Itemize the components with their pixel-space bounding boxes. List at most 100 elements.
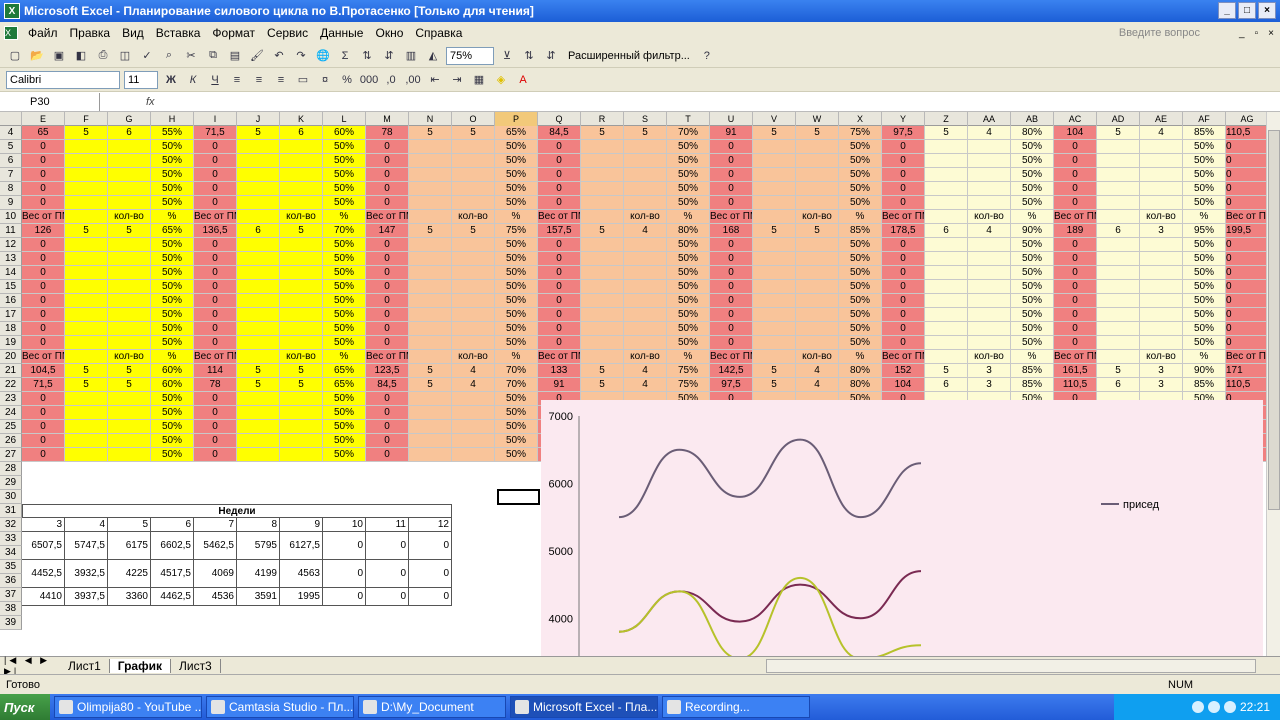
cell-t4[interactable]: 70% — [667, 126, 710, 140]
cell-r20[interactable] — [581, 350, 624, 364]
hyperlink-icon[interactable]: 🌐 — [314, 47, 332, 65]
cell-l14[interactable]: 50% — [323, 266, 366, 280]
cell-m5[interactable]: 0 — [366, 140, 409, 154]
cell-ab18[interactable]: 50% — [1011, 322, 1054, 336]
cell-h11[interactable]: 65% — [151, 224, 194, 238]
cell-v4[interactable]: 5 — [753, 126, 796, 140]
row-header[interactable]: 30 — [0, 490, 22, 504]
row-header[interactable]: 20 — [0, 350, 22, 364]
cell-p12[interactable]: 50% — [495, 238, 538, 252]
row-header[interactable]: 34 — [0, 546, 22, 560]
cell-ae22[interactable]: 3 — [1140, 378, 1183, 392]
cell-l13[interactable]: 50% — [323, 252, 366, 266]
cell-ae4[interactable]: 4 — [1140, 126, 1183, 140]
cell-o9[interactable] — [452, 196, 495, 210]
cell-ac10[interactable]: Вес от ПМ — [1054, 210, 1097, 224]
cell-y10[interactable]: Вес от ПМ — [882, 210, 925, 224]
cell-k24[interactable] — [280, 406, 323, 420]
column-header-k[interactable]: K — [280, 112, 323, 126]
cell-u14[interactable]: 0 — [710, 266, 753, 280]
menu-tools[interactable]: Сервис — [261, 26, 314, 40]
cell-k9[interactable] — [280, 196, 323, 210]
align-right-icon[interactable]: ≡ — [272, 71, 290, 89]
start-button[interactable]: Пуск — [0, 694, 50, 720]
task-folder[interactable]: D:\My_Document — [358, 696, 506, 718]
column-header-ag[interactable]: AG — [1226, 112, 1266, 126]
cell-i13[interactable]: 0 — [194, 252, 237, 266]
cell-o13[interactable] — [452, 252, 495, 266]
cell-p7[interactable]: 50% — [495, 168, 538, 182]
cell-o25[interactable] — [452, 420, 495, 434]
cell-p16[interactable]: 50% — [495, 294, 538, 308]
cell-q7[interactable]: 0 — [538, 168, 581, 182]
cell-e26[interactable]: 0 — [22, 434, 65, 448]
cell-o20[interactable]: кол-во — [452, 350, 495, 364]
cell-r4[interactable]: 5 — [581, 126, 624, 140]
borders-icon[interactable]: ▦ — [470, 71, 488, 89]
cell-z20[interactable] — [925, 350, 968, 364]
cell-i24[interactable]: 0 — [194, 406, 237, 420]
tab-sheet1[interactable]: Лист1 — [60, 658, 110, 673]
cell-x10[interactable]: % — [839, 210, 882, 224]
cell-h4[interactable]: 55% — [151, 126, 194, 140]
cell-af13[interactable]: 50% — [1183, 252, 1226, 266]
cell-y18[interactable]: 0 — [882, 322, 925, 336]
weeks-table-cell[interactable]: 0 — [323, 588, 366, 606]
cell-h9[interactable]: 50% — [151, 196, 194, 210]
cell-t14[interactable]: 50% — [667, 266, 710, 280]
cell-p13[interactable]: 50% — [495, 252, 538, 266]
cell-r18[interactable] — [581, 322, 624, 336]
cell-s14[interactable] — [624, 266, 667, 280]
cell-ab7[interactable]: 50% — [1011, 168, 1054, 182]
outdent-icon[interactable]: ⇤ — [426, 71, 444, 89]
cell-e8[interactable]: 0 — [22, 182, 65, 196]
cell-ae6[interactable] — [1140, 154, 1183, 168]
cell-z16[interactable] — [925, 294, 968, 308]
cell-k11[interactable]: 5 — [280, 224, 323, 238]
cell-s11[interactable]: 4 — [624, 224, 667, 238]
cell-k21[interactable]: 5 — [280, 364, 323, 378]
menu-window[interactable]: Окно — [369, 26, 409, 40]
font-select[interactable]: Calibri — [6, 70, 120, 89]
cell-r9[interactable] — [581, 196, 624, 210]
cell-i27[interactable]: 0 — [194, 448, 237, 462]
cell-n14[interactable] — [409, 266, 452, 280]
weeks-table-cell[interactable]: 4517,5 — [151, 560, 194, 588]
cell-k16[interactable] — [280, 294, 323, 308]
cell-ag6[interactable]: 0 — [1226, 154, 1266, 168]
cell-x16[interactable]: 50% — [839, 294, 882, 308]
column-header-t[interactable]: T — [667, 112, 710, 126]
sort-icon[interactable]: ⇅ — [520, 47, 538, 65]
cell-s9[interactable] — [624, 196, 667, 210]
cell-ac7[interactable]: 0 — [1054, 168, 1097, 182]
cell-z4[interactable]: 5 — [925, 126, 968, 140]
cell-t17[interactable]: 50% — [667, 308, 710, 322]
cell-r13[interactable] — [581, 252, 624, 266]
cell-x14[interactable]: 50% — [839, 266, 882, 280]
cell-v22[interactable]: 5 — [753, 378, 796, 392]
cell-ag4[interactable]: 110,5 — [1226, 126, 1266, 140]
cell-ag8[interactable]: 0 — [1226, 182, 1266, 196]
cell-n5[interactable] — [409, 140, 452, 154]
cell-o19[interactable] — [452, 336, 495, 350]
cell-r15[interactable] — [581, 280, 624, 294]
row-header[interactable]: 9 — [0, 196, 22, 210]
column-header-ab[interactable]: AB — [1011, 112, 1054, 126]
copy-icon[interactable]: ⧉ — [204, 47, 222, 65]
cell-af18[interactable]: 50% — [1183, 322, 1226, 336]
cell-ae8[interactable] — [1140, 182, 1183, 196]
column-header-ac[interactable]: AC — [1054, 112, 1097, 126]
cell-q11[interactable]: 157,5 — [538, 224, 581, 238]
cell-t19[interactable]: 50% — [667, 336, 710, 350]
cell-k15[interactable] — [280, 280, 323, 294]
cell-m23[interactable]: 0 — [366, 392, 409, 406]
cell-p19[interactable]: 50% — [495, 336, 538, 350]
cell-aa4[interactable]: 4 — [968, 126, 1011, 140]
cell-af8[interactable]: 50% — [1183, 182, 1226, 196]
cell-g7[interactable] — [108, 168, 151, 182]
cell-q13[interactable]: 0 — [538, 252, 581, 266]
cell-ag21[interactable]: 171 — [1226, 364, 1266, 378]
cell-g16[interactable] — [108, 294, 151, 308]
cell-q9[interactable]: 0 — [538, 196, 581, 210]
cell-e17[interactable]: 0 — [22, 308, 65, 322]
